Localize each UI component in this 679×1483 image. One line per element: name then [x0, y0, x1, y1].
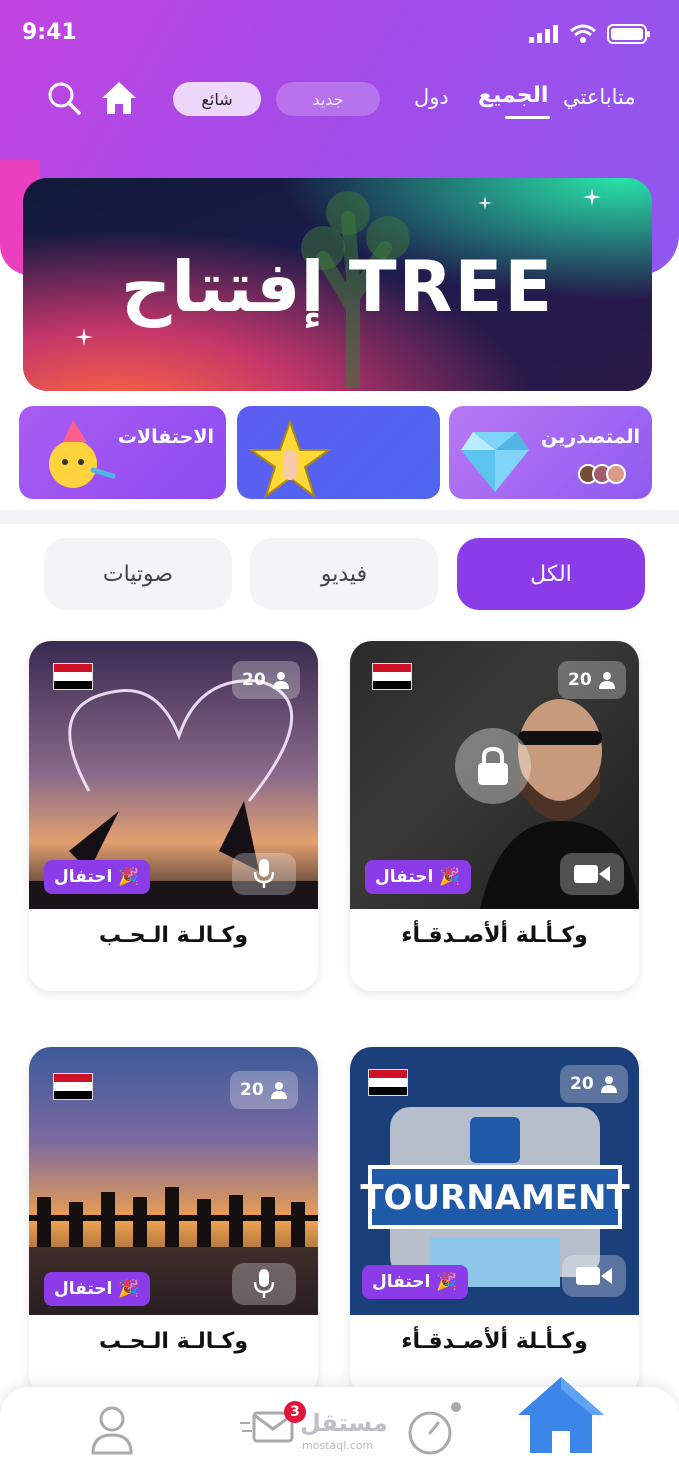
banner-title: إفتتاح TREE [120, 246, 555, 328]
participant-count: 20 [232, 661, 300, 699]
badge-label: احتفال [54, 1279, 113, 1299]
participant-count: 20 [230, 1071, 298, 1109]
room-card[interactable]: 20 🎉 احتفال وكـالـة الـحـب [29, 1047, 318, 1397]
bottom-nav: 3 مستقل mostaql.com [0, 1377, 679, 1483]
count-value: 20 [240, 1080, 264, 1100]
egypt-flag [372, 663, 412, 690]
room-card[interactable]: 20 🎉 احتفال وكـأـلة ألأصـدقـأء [350, 641, 639, 991]
room-name: وكـأـلة ألأصـدقـأء [401, 1329, 588, 1354]
leader-avatars [578, 464, 626, 484]
user-icon [600, 1076, 617, 1093]
filter-audio[interactable]: صوتيات [44, 538, 232, 610]
tab-countries[interactable]: دول [414, 85, 449, 109]
badge-label: احتفال [372, 1272, 431, 1292]
tab-all-underline [505, 116, 550, 119]
video-icon [560, 853, 624, 895]
section-divider [0, 510, 679, 524]
profile-icon[interactable] [90, 1405, 134, 1455]
status-bar: 9:41 [0, 0, 679, 60]
home-tab-icon[interactable] [516, 1373, 606, 1457]
filter-video[interactable]: فيديو [250, 538, 438, 610]
room-image: 20 🎉 احتفال [29, 641, 318, 909]
watermark-logo: مستقل [300, 1409, 388, 1437]
category-celebrations[interactable]: الاحتفالات [19, 406, 226, 499]
category-label: الاحتفالات [117, 426, 214, 448]
user-icon [270, 1082, 287, 1099]
svg-text:TOURNAMENT: TOURNAMENT [360, 1178, 630, 1218]
app-screen: { "status_bar": {"time": "9:41"}, "heade… [0, 0, 679, 1483]
lock-overlay [455, 728, 531, 804]
celebration-badge: 🎉 احتفال [44, 1272, 150, 1306]
room-image: 20 🎉 احتفال [29, 1047, 318, 1315]
speed-dial-icon[interactable] [406, 1401, 466, 1457]
room-image: 20 🎉 احتفال [350, 641, 639, 909]
sparkle-icon [75, 328, 93, 346]
pill-popular[interactable]: شائع [173, 82, 261, 116]
user-icon [598, 672, 615, 689]
count-value: 20 [570, 1074, 594, 1094]
participant-count: 20 [558, 661, 626, 699]
mic-icon [232, 853, 296, 895]
watermark-url: mostaql.com [302, 1439, 374, 1452]
party-icon: 🎉 [118, 867, 140, 887]
party-icon: 🎉 [118, 1279, 140, 1299]
count-value: 20 [242, 670, 266, 690]
badge-label: احتفال [375, 867, 434, 887]
room-image: TOURNAMENT 20 🎉 احتفال [350, 1047, 639, 1315]
tab-all[interactable]: الجميع [478, 83, 548, 108]
room-name: وكـالـة الـحـب [98, 1329, 248, 1354]
avatar [606, 464, 626, 484]
party-face-icon [49, 420, 116, 488]
messages-nav[interactable]: 3 [240, 1401, 306, 1451]
home-icon[interactable] [100, 80, 138, 116]
battery-icon [607, 24, 650, 44]
celebration-badge: 🎉 احتفال [365, 860, 471, 894]
video-icon [562, 1255, 626, 1297]
search-icon[interactable] [46, 80, 82, 116]
pill-new[interactable]: جديد [276, 82, 380, 116]
party-icon: 🎉 [436, 1272, 458, 1292]
egypt-flag [53, 663, 93, 690]
egypt-flag [368, 1069, 408, 1096]
sparkle-icon [583, 188, 601, 206]
celebration-badge: 🎉 احتفال [44, 860, 150, 894]
promo-banner[interactable]: إفتتاح TREE [23, 178, 652, 391]
participant-count: 20 [560, 1065, 628, 1103]
room-card[interactable]: TOURNAMENT 20 🎉 احتفال وكـأـلة ألأصـدقـأء [350, 1047, 639, 1397]
category-label: المتصدرين [540, 426, 640, 448]
party-icon: 🎉 [439, 867, 461, 887]
status-time: 9:41 [22, 20, 77, 45]
mic-icon [232, 1263, 296, 1305]
star-peace-icon [249, 420, 331, 498]
category-star[interactable] [237, 406, 440, 499]
status-icons [529, 24, 651, 44]
wifi-icon [570, 24, 596, 43]
egypt-flag [53, 1073, 93, 1100]
room-card[interactable]: 20 🎉 احتفال وكـالـة الـحـب [29, 641, 318, 991]
room-name: وكـالـة الـحـب [98, 923, 248, 948]
user-icon [272, 672, 289, 689]
filter-all[interactable]: الكل [457, 538, 645, 610]
diamond-icon [461, 432, 529, 492]
sparkle-icon [478, 196, 492, 210]
tab-following[interactable]: متاباعتي [563, 85, 636, 109]
count-value: 20 [568, 670, 592, 690]
celebration-badge: 🎉 احتفال [362, 1265, 468, 1299]
badge-label: احتفال [54, 867, 113, 887]
signal-icon [529, 25, 558, 43]
lock-icon [478, 746, 508, 785]
room-name: وكـأـلة ألأصـدقـأء [401, 923, 588, 948]
category-leaders[interactable]: المتصدرين [449, 406, 652, 499]
